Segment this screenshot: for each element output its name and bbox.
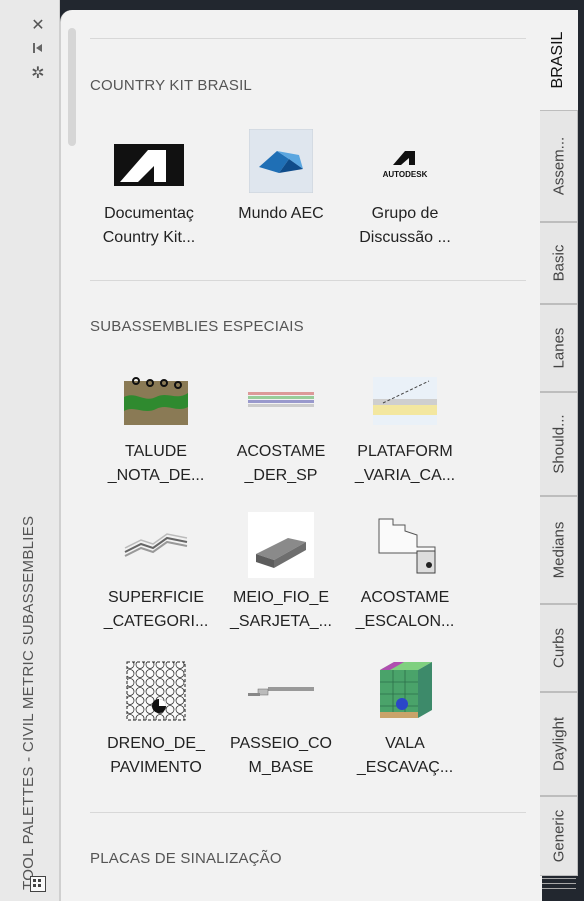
tab-label: Medians xyxy=(550,521,567,579)
tool-label-line2: _SARJETA_... xyxy=(230,613,332,630)
section-title-country-kit[interactable]: COUNTRY KIT BRASIL xyxy=(90,77,252,94)
tool-label-line2: _ESCAVAÇ... xyxy=(356,759,454,776)
more-tabs-indicator[interactable] xyxy=(542,878,576,879)
meio-fio-icon xyxy=(246,510,316,580)
tab-label: Generic xyxy=(550,809,567,863)
talude-icon xyxy=(121,364,191,434)
tool-label-line2: Country Kit... xyxy=(102,229,196,246)
superficie-icon xyxy=(121,510,191,580)
passeio-icon xyxy=(246,656,316,726)
tool-label-line1: Grupo de xyxy=(371,205,439,222)
tool-label-line2: PAVIMENTO xyxy=(110,759,202,776)
tool-meio-fio[interactable]: MEIO_FIO_E _SARJETA_... xyxy=(222,510,340,634)
divider xyxy=(90,38,526,39)
autohide-icon[interactable] xyxy=(28,38,48,58)
tool-acostamento-der-sp[interactable]: ACOSTAME _DER_SP xyxy=(222,364,340,488)
tool-talude[interactable]: TALUDE _NOTA_DE... xyxy=(97,364,215,488)
tool-label-line2: _NOTA_DE... xyxy=(107,467,205,484)
dreno-icon xyxy=(121,656,191,726)
tab-shoulders[interactable]: Should... xyxy=(540,392,578,496)
palette-title: TOOL PALETTES - CIVIL METRIC SUBASSEMBLI… xyxy=(20,515,37,890)
tool-vala-escavacao[interactable]: VALA _ESCAVAÇ... xyxy=(346,656,464,780)
tool-label-line2: M_BASE xyxy=(248,759,314,776)
tool-label-line1: PLATAFORM xyxy=(357,443,453,460)
tool-superficie[interactable]: SUPERFICIE _CATEGORI... xyxy=(97,510,215,634)
close-icon[interactable]: ✕ xyxy=(28,14,48,34)
tab-generic[interactable]: Generic xyxy=(540,796,578,876)
vala-icon xyxy=(370,656,440,726)
tool-grupo-discussao[interactable]: AUTODESK Grupo de Discussão ... xyxy=(346,126,464,250)
tool-label-line2: _VARIA_CA... xyxy=(354,467,456,484)
tool-documentacao[interactable]: Documentaç Country Kit... xyxy=(90,126,208,250)
tool-label-line1: DRENO_DE_ xyxy=(107,735,205,752)
tool-plataforma[interactable]: PLATAFORM _VARIA_CA... xyxy=(346,364,464,488)
tool-label-line2: _CATEGORI... xyxy=(103,613,209,630)
tool-mundo-aec[interactable]: Mundo AEC xyxy=(222,126,340,226)
tab-medians[interactable]: Medians xyxy=(540,496,578,604)
palette-grid-icon[interactable] xyxy=(30,876,46,892)
tab-label: Curbs xyxy=(550,627,567,669)
autodesk-small-logo-icon: AUTODESK xyxy=(370,126,440,196)
tool-label-line1: ACOSTAME xyxy=(360,589,450,606)
tool-label-line1: VALA xyxy=(385,735,425,752)
tab-assemblies[interactable]: Assem... xyxy=(540,110,578,222)
scrollbar-thumb[interactable] xyxy=(68,28,76,146)
more-tabs-indicator[interactable] xyxy=(542,888,576,889)
tool-label-line1: ACOSTAME xyxy=(236,443,326,460)
mundo-aec-icon xyxy=(246,126,316,196)
tool-label-line1: Mundo AEC xyxy=(238,205,324,222)
acostamento-escalonado-icon xyxy=(370,510,440,580)
divider xyxy=(90,812,526,813)
tab-lanes[interactable]: Lanes xyxy=(540,304,578,392)
tab-label: Should... xyxy=(550,414,567,474)
tool-acostamento-escalonado[interactable]: ACOSTAME _ESCALON... xyxy=(346,510,464,634)
tab-label: Basic xyxy=(550,244,567,282)
palette-title-bar[interactable]: ✕ ✲ TOOL PALETTES - CIVIL METRIC SUBASSE… xyxy=(0,0,60,901)
tool-label-line1: SUPERFICIE xyxy=(107,589,204,606)
tool-dreno-pavimento[interactable]: DRENO_DE_ PAVIMENTO xyxy=(97,656,215,780)
autodesk-wordmark: AUTODESK xyxy=(383,170,428,179)
tab-label: BRASIL xyxy=(548,31,566,89)
tool-label-line1: MEIO_FIO_E xyxy=(232,589,330,606)
tool-label-line2: _ESCALON... xyxy=(355,613,455,630)
autodesk-logo-icon xyxy=(114,126,184,196)
tool-passeio-base[interactable]: PASSEIO_CO M_BASE xyxy=(222,656,340,780)
tab-label: Assem... xyxy=(550,136,567,196)
tab-label: Daylight xyxy=(550,716,567,772)
more-tabs-indicator[interactable] xyxy=(542,883,576,884)
section-title-placas[interactable]: PLACAS DE SINALIZAÇÃO xyxy=(90,850,282,867)
tool-label-line1: TALUDE xyxy=(125,443,187,460)
tab-basic[interactable]: Basic xyxy=(540,222,578,304)
plataforma-icon xyxy=(370,364,440,434)
tool-label-line1: Documentaç xyxy=(104,205,194,222)
tab-curbs[interactable]: Curbs xyxy=(540,604,578,692)
tab-brasil[interactable]: BRASIL xyxy=(538,10,578,110)
tool-label-line1: PASSEIO_CO xyxy=(230,735,332,752)
tab-label: Lanes xyxy=(550,327,567,369)
tool-label-line2: Discussão ... xyxy=(359,229,451,246)
gear-icon[interactable]: ✲ xyxy=(28,62,48,82)
tool-label-line2: _DER_SP xyxy=(244,467,318,484)
section-title-subassemblies[interactable]: SUBASSEMBLIES ESPECIAIS xyxy=(90,318,304,335)
tab-daylight[interactable]: Daylight xyxy=(540,692,578,796)
divider xyxy=(90,280,526,281)
acostamento-icon xyxy=(246,364,316,434)
palette-tabs: BRASIL Assem... Basic Lanes Should... Me… xyxy=(538,10,578,876)
